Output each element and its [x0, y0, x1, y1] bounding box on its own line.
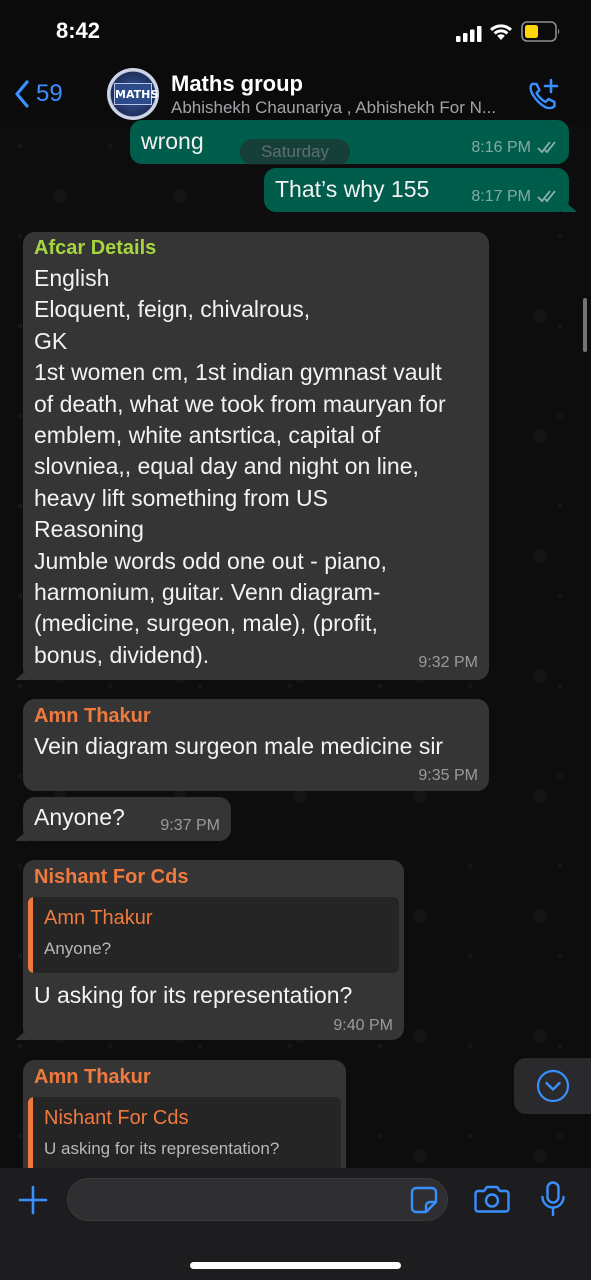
- sender-name[interactable]: Afcar Details: [34, 237, 156, 260]
- message-text: U asking for its representation?: [34, 982, 353, 1008]
- camera-icon[interactable]: [474, 1184, 510, 1214]
- message-time: 8:17 PM: [471, 188, 531, 205]
- quoted-sender: Amn Thakur: [44, 907, 153, 929]
- unread-chats-count: 59: [36, 80, 63, 107]
- add-call-icon[interactable]: [526, 78, 560, 112]
- read-receipt-icon: [537, 190, 556, 203]
- message-incoming[interactable]: Amn Thakur Vein diagram surgeon male med…: [23, 699, 489, 791]
- quoted-message[interactable]: Amn Thakur Anyone?: [28, 897, 399, 973]
- message-text: wrong: [141, 128, 204, 154]
- status-time: 8:42: [56, 18, 101, 43]
- quoted-message[interactable]: Nishant For Cds U asking for its represe…: [28, 1097, 341, 1177]
- scroll-to-bottom-button[interactable]: [514, 1058, 591, 1114]
- sticker-icon[interactable]: [410, 1186, 438, 1214]
- chat-members[interactable]: Abhishekh Chaunariya , Abhishekh For N..…: [171, 98, 516, 118]
- battery-icon: [521, 21, 560, 42]
- quote-accent-bar: [28, 1097, 33, 1177]
- message-time: 8:16 PM: [471, 139, 531, 156]
- group-avatar[interactable]: MATHS: [107, 68, 159, 120]
- message-text: That’s why 155: [275, 176, 430, 202]
- date-divider: Saturday: [240, 139, 350, 165]
- message-outgoing[interactable]: wrong 8:16 PM: [130, 120, 569, 164]
- sender-name[interactable]: Nishant For Cds: [34, 866, 188, 889]
- chevron-down-circle-icon: [536, 1069, 570, 1103]
- message-outgoing[interactable]: That’s why 155 8:17 PM: [264, 168, 569, 212]
- chat-title[interactable]: Maths group: [171, 71, 303, 97]
- chevron-left-icon: [15, 80, 29, 108]
- message-incoming[interactable]: Anyone? 9:37 PM: [23, 797, 231, 841]
- scroll-indicator[interactable]: [583, 298, 587, 352]
- message-incoming[interactable]: Afcar Details English Eloquent, feign, c…: [23, 232, 489, 680]
- read-receipt-icon: [537, 141, 556, 154]
- cellular-signal-icon: [456, 26, 482, 42]
- status-bar: 8:42: [0, 0, 591, 62]
- message-time: 9:32 PM: [418, 654, 478, 671]
- avatar-label: MATHS: [114, 83, 158, 105]
- composer-bar: [0, 1168, 591, 1280]
- message-text: Anyone?: [34, 804, 125, 830]
- sender-name[interactable]: Amn Thakur: [34, 1066, 151, 1089]
- quoted-sender: Nishant For Cds: [44, 1107, 189, 1129]
- chat-header: 59 MATHS Maths group Abhishekh Chaunariy…: [0, 62, 591, 126]
- home-indicator[interactable]: [190, 1262, 401, 1269]
- quote-accent-bar: [28, 897, 33, 973]
- message-time: 9:37 PM: [160, 817, 220, 834]
- message-time: 9:35 PM: [418, 767, 478, 784]
- message-input[interactable]: [67, 1178, 448, 1221]
- wifi-icon: [490, 24, 512, 40]
- message-time: 9:40 PM: [333, 1017, 393, 1034]
- sender-name[interactable]: Amn Thakur: [34, 705, 151, 728]
- quoted-text: U asking for its representation?: [44, 1139, 280, 1158]
- message-text: English Eloquent, feign, chivalrous, GK …: [34, 265, 446, 668]
- message-text: Vein diagram surgeon male medicine sir: [34, 733, 444, 759]
- plus-icon[interactable]: [18, 1185, 48, 1215]
- microphone-icon[interactable]: [540, 1181, 566, 1217]
- back-button[interactable]: 59: [14, 78, 63, 110]
- message-incoming[interactable]: Nishant For Cds Amn Thakur Anyone? U ask…: [23, 860, 404, 1040]
- quoted-text: Anyone?: [44, 939, 112, 958]
